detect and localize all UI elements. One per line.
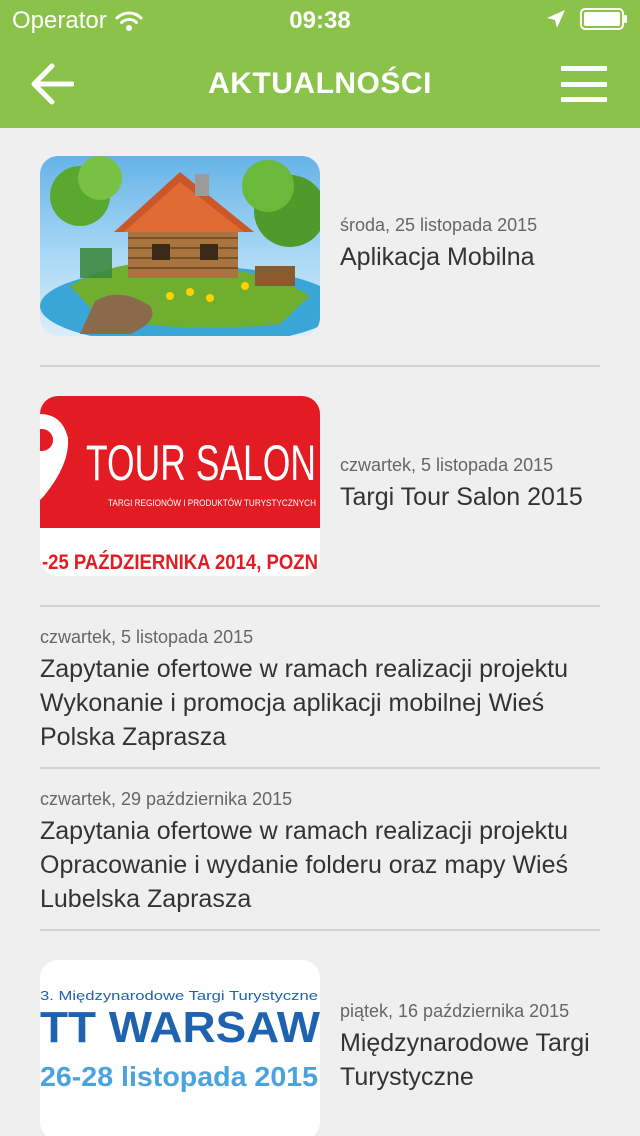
location-arrow-icon [547,10,565,28]
news-list[interactable]: środa, 25 listopada 2015 Aplikacja Mobil… [0,128,640,1136]
tt-warsaw-brand: TT WARSAW [40,1003,320,1052]
news-text: piątek, 16 października 2015 Międzynarod… [340,1000,600,1094]
divider [40,767,600,769]
menu-line [561,66,607,71]
news-date: środa, 25 listopada 2015 [340,215,538,235]
cottage-illustration-icon [40,156,320,336]
news-thumbnail-tour-salon: TOUR SALON TARGI REGIONÓW I PRODUKTÓW TU… [40,396,320,576]
carrier-group: Operator [12,7,143,35]
tour-salon-banner-icon: TOUR SALON TARGI REGIONÓW I PRODUKTÓW TU… [40,396,320,576]
tt-warsaw-top: 3. Międzynarodowe Targi Turystyczne [40,988,318,1003]
news-text: środa, 25 listopada 2015 Aplikacja Mobil… [340,214,600,274]
tour-salon-brand: TOUR SALON [86,435,316,491]
news-title: Aplikacja Mobilna [340,243,535,271]
tour-salon-tagline: TARGI REGIONÓW I PRODUKTÓW TURYSTYCZNYCH [108,498,316,508]
hamburger-menu-button[interactable] [558,62,610,106]
tt-warsaw-banner-icon: 3. Międzynarodowe Targi Turystyczne TT W… [40,960,320,1136]
menu-line [561,81,607,87]
status-right [546,8,628,30]
divider [40,605,600,607]
wifi-icon [115,11,143,31]
page-title: AKTUALNOŚCI [208,67,432,100]
news-date: czwartek, 29 października 2015 [40,789,293,809]
news-thumbnail-cottage [40,156,320,336]
news-item[interactable]: 3. Międzynarodowe Targi Turystyczne TT W… [40,960,600,1136]
news-title: Targi Tour Salon 2015 [340,483,583,511]
news-title: Zapytanie ofertowe w ramach realizacji p… [40,655,569,751]
news-item[interactable]: TOUR SALON TARGI REGIONÓW I PRODUKTÓW TU… [40,396,600,576]
news-thumbnail-tt-warsaw: 3. Międzynarodowe Targi Turystyczne TT W… [40,960,320,1136]
status-bar: Operator 09:38 [0,0,640,40]
back-arrow-icon [31,63,74,105]
news-title: Międzynarodowe Targi Turystyczne [340,1029,590,1091]
navigation-bar: AKTUALNOŚCI [0,40,640,128]
menu-line [561,97,607,102]
news-date: piątek, 16 października 2015 [340,1001,570,1021]
back-button[interactable] [26,60,78,108]
tour-salon-dates: -25 PAŹDZIERNIKA 2014, POZN [42,551,318,574]
divider [40,365,600,367]
tt-warsaw-dates: 26-28 listopada 2015 [40,1061,318,1092]
news-title: Zapytania ofertowe w ramach realizacji p… [40,817,569,913]
news-item[interactable]: czwartek, 5 listopada 2015 Zapytanie ofe… [40,626,600,754]
news-item[interactable]: czwartek, 29 października 2015 Zapytania… [40,788,600,916]
news-item[interactable]: środa, 25 listopada 2015 Aplikacja Mobil… [40,156,600,336]
carrier-name: Operator [12,7,107,34]
battery-icon [580,8,627,30]
divider [40,929,600,931]
news-date: czwartek, 5 listopada 2015 [40,627,254,647]
news-text: czwartek, 5 listopada 2015 Targi Tour Sa… [340,454,600,514]
news-date: czwartek, 5 listopada 2015 [340,455,554,475]
